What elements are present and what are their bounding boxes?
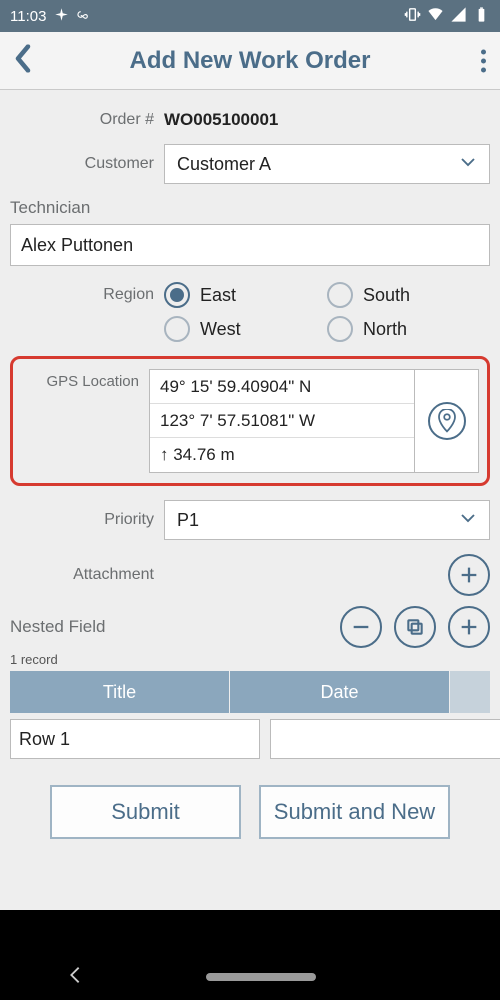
battery-icon: [473, 6, 490, 27]
back-button[interactable]: [6, 36, 40, 85]
signal-icon: [450, 6, 467, 27]
android-status-bar: 11:03: [0, 0, 500, 32]
attachment-add-button[interactable]: [448, 554, 490, 596]
nested-add-button[interactable]: [448, 606, 490, 648]
gps-altitude[interactable]: ↑ 34.76 m: [150, 438, 414, 472]
region-row: Region East South West Nort: [10, 282, 490, 350]
technician-label: Technician: [10, 198, 490, 218]
nested-field-label: Nested Field: [10, 617, 105, 637]
technician-input[interactable]: [10, 224, 490, 266]
status-time: 11:03: [10, 8, 46, 25]
gps-locate-button[interactable]: [415, 369, 479, 473]
region-radio-south[interactable]: South: [327, 282, 490, 308]
priority-select[interactable]: P1: [164, 500, 490, 540]
vibrate-icon: [404, 6, 421, 27]
app-header: Add New Work Order: [0, 32, 500, 90]
overflow-menu-button[interactable]: [473, 41, 494, 80]
chevron-down-icon: [459, 153, 477, 176]
gps-fields: 49° 15' 59.40904" N 123° 7' 57.51081" W …: [149, 369, 415, 473]
customer-row: Customer Customer A: [10, 144, 490, 184]
attachment-row: Attachment: [10, 554, 490, 596]
priority-label: Priority: [10, 511, 164, 529]
column-header-spacer: [450, 671, 490, 713]
nested-copy-button[interactable]: [394, 606, 436, 648]
attachment-label: Attachment: [10, 566, 164, 584]
region-radio-west[interactable]: West: [164, 316, 327, 342]
map-pin-icon: [428, 402, 466, 440]
nested-remove-button[interactable]: [340, 606, 382, 648]
page-title: Add New Work Order: [130, 47, 371, 75]
table-row: [10, 713, 490, 765]
gps-longitude[interactable]: 123° 7' 57.51081" W: [150, 404, 414, 438]
infinity-icon: [77, 7, 92, 26]
order-number-label: Order #: [10, 111, 164, 129]
work-order-form: Order # WO005100001 Customer Customer A …: [0, 90, 500, 910]
wifi-icon: [427, 6, 444, 27]
chevron-down-icon: [459, 509, 477, 532]
android-home-pill[interactable]: [206, 973, 316, 981]
black-letterbox: [0, 910, 500, 954]
region-radio-east[interactable]: East: [164, 282, 327, 308]
nested-field-header: Nested Field: [10, 606, 490, 648]
priority-row: Priority P1: [10, 500, 490, 540]
nested-table-header: Title Date: [10, 671, 490, 713]
region-label: Region: [10, 282, 164, 304]
gps-latitude[interactable]: 49° 15' 59.40904" N: [150, 370, 414, 404]
android-nav-bar: [0, 954, 500, 1000]
submit-button[interactable]: Submit: [50, 785, 241, 839]
order-number-row: Order # WO005100001: [10, 110, 490, 130]
submit-and-new-button[interactable]: Submit and New: [259, 785, 450, 839]
order-number-value: WO005100001: [164, 110, 490, 130]
nested-record-count: 1 record: [10, 652, 490, 667]
form-action-bar: Submit Submit and New: [10, 765, 490, 879]
region-radio-group: East South West North: [164, 282, 490, 350]
android-back-button[interactable]: [64, 964, 86, 991]
gps-location-section: GPS Location 49° 15' 59.40904" N 123° 7'…: [10, 356, 490, 486]
row-title-input[interactable]: [10, 719, 260, 759]
customer-label: Customer: [10, 155, 164, 173]
gps-label: GPS Location: [21, 369, 149, 473]
column-header-date: Date: [230, 671, 450, 713]
priority-select-value: P1: [177, 510, 199, 531]
location-icon: [54, 7, 69, 26]
column-header-title: Title: [10, 671, 230, 713]
region-radio-north[interactable]: North: [327, 316, 490, 342]
customer-select[interactable]: Customer A: [164, 144, 490, 184]
customer-select-value: Customer A: [177, 154, 271, 175]
row-date-input[interactable]: [270, 719, 500, 759]
